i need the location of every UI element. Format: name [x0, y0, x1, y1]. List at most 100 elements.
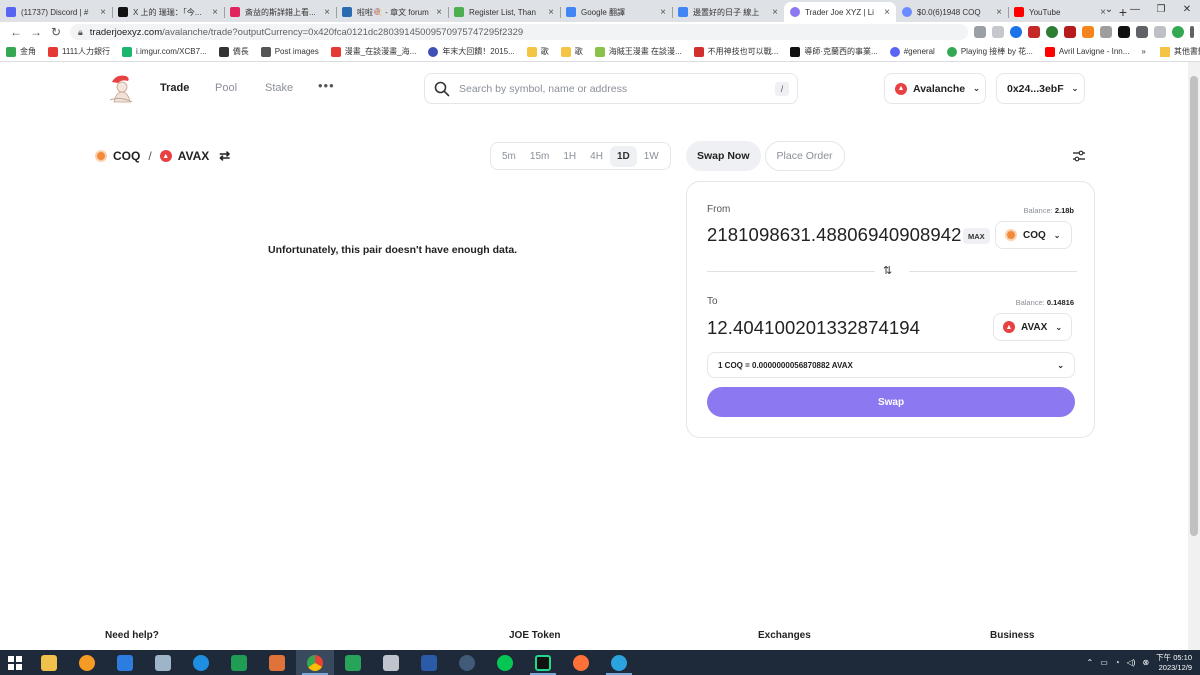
windows-start-button[interactable]	[0, 650, 30, 675]
internet-explorer-icon[interactable]	[182, 650, 220, 675]
extensions-puzzle-icon[interactable]	[1136, 26, 1148, 38]
lock-icon[interactable]: 🔒︎	[78, 27, 83, 38]
search-input[interactable]	[459, 82, 775, 95]
minimize-button[interactable]: —	[1122, 0, 1148, 18]
bookmark-folder[interactable]: 歌	[526, 46, 549, 57]
steam-icon[interactable]	[448, 650, 486, 675]
network-icon[interactable]: ▭	[1100, 658, 1108, 667]
browser-tab[interactable]: 斎益的斯詳錯上看... ×	[224, 2, 336, 22]
tab-place-order[interactable]: Place Order	[764, 141, 845, 171]
from-amount-input[interactable]: 2181098631.488069409089428	[707, 224, 961, 246]
extension-icon[interactable]	[1100, 26, 1112, 38]
timeframe-15m[interactable]: 15m	[523, 146, 556, 167]
close-tab-icon[interactable]: ×	[436, 7, 442, 18]
pycharm-icon[interactable]	[524, 650, 562, 675]
swap-button[interactable]: Swap	[707, 387, 1075, 417]
bookmark-item[interactable]: 年末大回饋！2015...	[428, 46, 515, 57]
close-window-button[interactable]: ✕	[1174, 0, 1200, 18]
more-bookmarks-icon[interactable]: »	[1141, 47, 1145, 56]
bookmark-item[interactable]: 僑長	[218, 46, 249, 57]
browser-tab-active[interactable]: Trader Joe XYZ | Li ×	[784, 2, 896, 22]
browser-tab[interactable]: (11737) Discord | # ×	[0, 2, 112, 22]
to-token-selector[interactable]: ▲ AVAX ⌄	[993, 313, 1072, 341]
calculator-icon[interactable]	[144, 650, 182, 675]
bookmark-item[interactable]: Post images	[260, 46, 319, 57]
timeframe-1w[interactable]: 1W	[637, 146, 666, 167]
browser-tab[interactable]: $0.0(6)1948 COQ ×	[896, 2, 1008, 22]
excel-icon[interactable]	[220, 650, 258, 675]
telegram-icon[interactable]	[600, 650, 638, 675]
browser-tab[interactable]: 啦啦🍭 - 章文 forum ×	[336, 2, 448, 22]
system-clock[interactable]: 下午 05:10 2023/12/9	[1156, 653, 1192, 673]
extension-icon[interactable]	[1064, 26, 1076, 38]
nav-pool[interactable]: Pool	[215, 82, 237, 94]
bookmark-item[interactable]: 不用神技也可以戰...	[693, 46, 778, 57]
wifi-icon[interactable]: ◔	[1115, 658, 1120, 667]
extension-icon[interactable]	[1046, 26, 1058, 38]
bookmark-item[interactable]: #general	[889, 46, 935, 57]
to-amount-output[interactable]: 12.404100201332874194	[707, 317, 977, 339]
close-tab-icon[interactable]: ×	[772, 7, 778, 18]
bookmark-item[interactable]: i.imgur.com/XCB7...	[122, 46, 207, 57]
close-tab-icon[interactable]: ×	[660, 7, 666, 18]
profile-avatar[interactable]	[1172, 26, 1184, 38]
swap-pair-icon[interactable]: ⇄	[219, 148, 230, 164]
close-tab-icon[interactable]: ×	[884, 7, 890, 18]
switch-direction-icon[interactable]: ⇅	[883, 264, 892, 277]
tray-expand-icon[interactable]: ⌃	[1087, 658, 1094, 667]
bookmark-item[interactable]: 漫畫_在談漫畫_海...	[330, 46, 416, 57]
other-bookmarks[interactable]: »其他書籤	[1141, 46, 1200, 57]
media-player-icon[interactable]	[68, 650, 106, 675]
kingsoft-icon[interactable]	[334, 650, 372, 675]
nav-stake[interactable]: Stake	[265, 82, 293, 94]
metamask-icon[interactable]	[1082, 26, 1094, 38]
address-bar[interactable]: 🔒︎ traderjoexyz.com/avalanche/trade?outp…	[70, 24, 968, 40]
close-tab-icon[interactable]: ×	[324, 7, 330, 18]
trader-joe-logo[interactable]	[106, 72, 136, 106]
close-tab-icon[interactable]: ×	[548, 7, 554, 18]
line-icon[interactable]	[486, 650, 524, 675]
network-app-icon[interactable]	[106, 650, 144, 675]
exchange-rate-row[interactable]: 1 COQ = 0.0000000056870882 AVAX ⌄	[707, 352, 1075, 378]
page-scrollbar[interactable]	[1188, 62, 1200, 650]
timeframe-5m[interactable]: 5m	[495, 146, 523, 167]
notification-icon[interactable]: ⊗	[1142, 658, 1149, 667]
settings-sliders-icon[interactable]	[1072, 150, 1086, 162]
tab-swap-now[interactable]: Swap Now	[686, 141, 761, 171]
browser-tab[interactable]: X 上的 瑞瑞：「今... ×	[112, 2, 224, 22]
close-tab-icon[interactable]: ×	[100, 7, 106, 18]
extension-icon[interactable]	[1028, 26, 1040, 38]
more-menu-icon[interactable]: •••	[318, 78, 335, 93]
browser-tab[interactable]: 邊置好的日子 線上 ×	[672, 2, 784, 22]
reload-icon[interactable]: ↻	[46, 25, 66, 39]
paint-icon[interactable]	[258, 650, 296, 675]
bookmark-item[interactable]: 導師·克蘭西的事業...	[790, 46, 878, 57]
close-tab-icon[interactable]: ×	[212, 7, 218, 18]
browser-tab[interactable]: Register List, Than ×	[448, 2, 560, 22]
firefox-icon[interactable]	[562, 650, 600, 675]
timeframe-4h[interactable]: 4H	[583, 146, 610, 167]
bookmark-item[interactable]: Avril Lavigne - Inn...	[1044, 46, 1129, 57]
tool-icon[interactable]	[372, 650, 410, 675]
from-token-selector[interactable]: COQ ⌄	[995, 221, 1072, 249]
file-explorer-icon[interactable]	[30, 650, 68, 675]
chrome-icon[interactable]	[296, 650, 334, 675]
menu-kebab-icon[interactable]	[1190, 26, 1194, 38]
nav-trade[interactable]: Trade	[160, 82, 189, 94]
bookmark-item[interactable]: 金角	[6, 46, 36, 57]
forward-arrow-icon[interactable]: →	[26, 25, 46, 39]
bookmark-star-icon[interactable]	[1010, 26, 1022, 38]
bookmark-item[interactable]: 1111人力銀行	[48, 46, 110, 57]
tab-search-icon[interactable]: ⌄	[1096, 0, 1122, 18]
timeframe-1d[interactable]: 1D	[609, 145, 637, 167]
back-arrow-icon[interactable]: ←	[6, 25, 26, 39]
bookmark-item[interactable]: Playing 接棒 by 花...	[946, 46, 1033, 57]
bookmark-item[interactable]: 海賊王漫畫 在談漫...	[594, 46, 682, 57]
max-button[interactable]: MAX	[963, 228, 990, 244]
restore-button[interactable]: ❐	[1148, 0, 1174, 18]
translate-icon[interactable]	[974, 26, 986, 38]
extension-icon[interactable]	[1118, 26, 1130, 38]
scrollbar-thumb[interactable]	[1190, 76, 1198, 536]
close-tab-icon[interactable]: ×	[996, 7, 1002, 18]
bookmark-folder[interactable]: 歌	[560, 46, 583, 57]
